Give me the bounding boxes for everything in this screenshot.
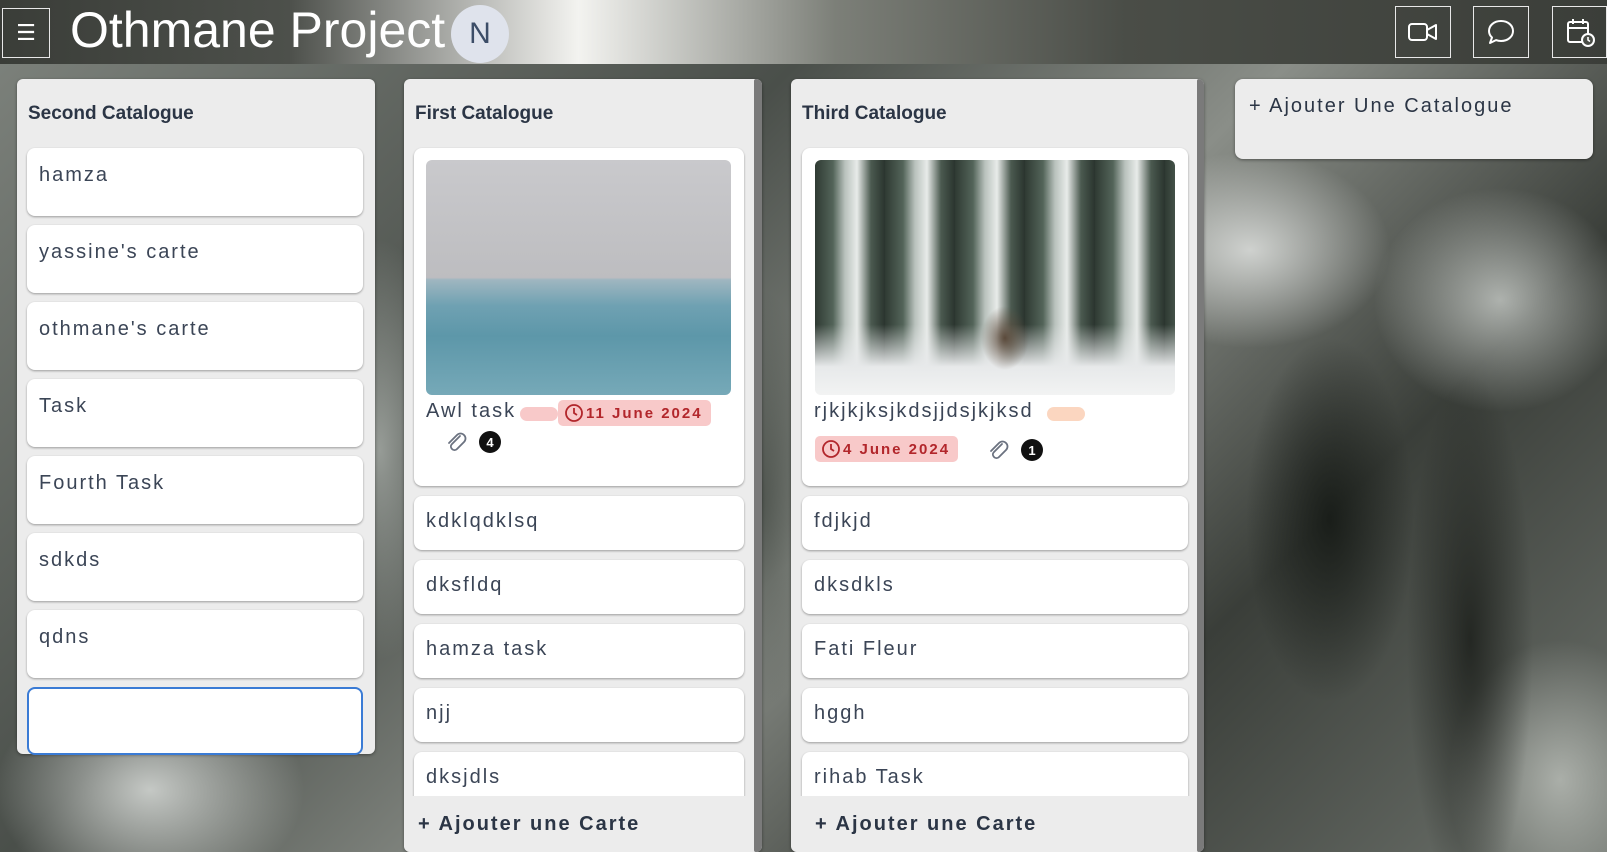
video-call-button[interactable] <box>1395 6 1451 58</box>
chat-button[interactable] <box>1473 6 1529 58</box>
add-catalogue-button[interactable]: + Ajouter Une Catalogue <box>1235 79 1593 159</box>
due-date-text: 11 June 2024 <box>586 404 703 422</box>
clock-icon <box>822 440 840 458</box>
card-item[interactable]: sdkds <box>27 533 363 601</box>
card-item[interactable]: hggh <box>802 688 1188 742</box>
card-item[interactable]: hamza task <box>414 624 744 678</box>
card-label: kdklqdklsq <box>426 510 540 532</box>
card-item[interactable]: dksdkls <box>802 560 1188 614</box>
add-card-button[interactable]: + Ajouter une Carte <box>404 796 754 852</box>
card-cover-image <box>426 160 731 395</box>
column-title: Third Catalogue <box>802 103 947 124</box>
card-label: yassine's carte <box>39 241 201 263</box>
card-item[interactable]: hamza <box>27 148 363 216</box>
card-cover-image <box>815 160 1175 395</box>
paperclip-icon <box>448 432 467 452</box>
column-scrollbar[interactable] <box>1197 79 1204 852</box>
project-title: Othmane Project <box>70 2 446 58</box>
due-date-badge: 11 June 2024 <box>558 400 711 426</box>
calendar-button[interactable] <box>1552 6 1607 58</box>
card-label: dksjdls <box>426 766 502 788</box>
catalogue-column-first: First Catalogue Awl task 11 June 2024 4 … <box>404 79 762 852</box>
card-label: Task <box>39 395 89 417</box>
column-scrollbar[interactable] <box>754 79 762 852</box>
add-card-button[interactable]: + Ajouter une Carte <box>791 796 1197 852</box>
card-title: Awl task <box>426 400 517 422</box>
card-label: rihab Task <box>814 766 925 788</box>
card-label: sdkds <box>39 549 102 571</box>
featured-card[interactable]: Awl task 11 June 2024 4 <box>414 148 744 486</box>
menu-button[interactable]: ☰ <box>2 8 50 58</box>
chat-bubble-icon <box>1488 20 1514 44</box>
card-label: hamza task <box>426 638 549 660</box>
card-item[interactable]: qdns <box>27 610 363 678</box>
card-label-pill <box>520 407 558 421</box>
catalogue-column-third: Third Catalogue rjkjkjksjkdsjjdsjkjksd 4… <box>791 79 1204 852</box>
card-label-pill <box>1047 407 1085 421</box>
top-header: ☰ Othmane Project N <box>0 0 1607 64</box>
card-item[interactable]: njj <box>414 688 744 742</box>
card-item[interactable]: kdklqdklsq <box>414 496 744 550</box>
card-item[interactable]: dksfldq <box>414 560 744 614</box>
card-label: fdjkjd <box>814 510 873 532</box>
clock-icon <box>565 404 583 422</box>
calendar-clock-icon <box>1566 19 1595 47</box>
due-date-badge: 4 June 2024 <box>815 436 959 462</box>
card-label: njj <box>426 702 453 724</box>
card-item[interactable]: Fourth Task <box>27 456 363 524</box>
card-title: rjkjkjksjkdsjjdsjkjksd <box>814 400 1034 422</box>
card-label: Fourth Task <box>39 472 166 494</box>
card-item[interactable]: othmane's carte <box>27 302 363 370</box>
card-label: hamza <box>39 164 110 186</box>
card-item[interactable]: Task <box>27 379 363 447</box>
due-date-text: 4 June 2024 <box>843 440 951 458</box>
featured-card[interactable]: rjkjkjksjkdsjjdsjkjksd 4 June 2024 1 <box>802 148 1188 486</box>
video-camera-icon <box>1408 23 1437 41</box>
card-item[interactable]: fdjkjd <box>802 496 1188 550</box>
card-label: othmane's carte <box>39 318 211 340</box>
card-label: Fati Fleur <box>814 638 919 660</box>
card-item[interactable]: Fati Fleur <box>802 624 1188 678</box>
catalogue-column-second: Second Catalogue hamza yassine's carte o… <box>17 79 375 755</box>
card-label: qdns <box>39 626 91 648</box>
card-label: hggh <box>814 702 867 724</box>
column-title: Second Catalogue <box>28 103 194 124</box>
card-label: dksdkls <box>814 574 895 596</box>
new-card-input[interactable] <box>27 687 363 755</box>
avatar[interactable]: N <box>451 5 509 63</box>
column-title: First Catalogue <box>415 103 554 124</box>
card-item[interactable]: yassine's carte <box>27 225 363 293</box>
card-label: dksfldq <box>426 574 504 596</box>
attachment-count-badge: 1 <box>1021 439 1043 461</box>
paperclip-icon <box>990 440 1009 460</box>
hamburger-icon: ☰ <box>16 20 36 45</box>
attachment-count-badge: 4 <box>479 431 501 453</box>
